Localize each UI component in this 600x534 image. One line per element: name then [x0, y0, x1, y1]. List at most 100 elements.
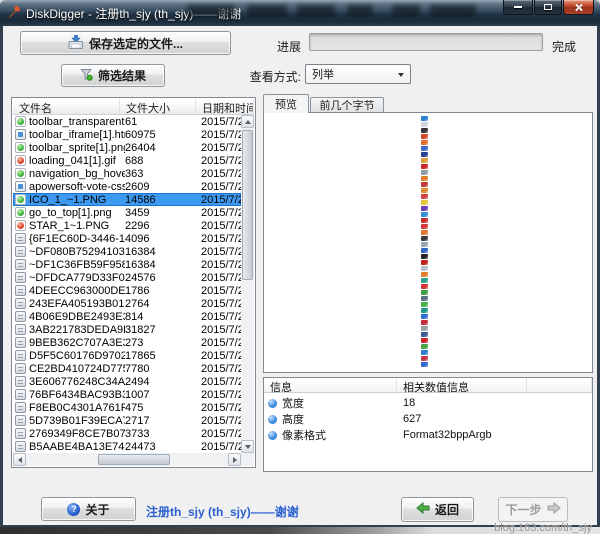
- table-row[interactable]: loading_041[1].gif6882015/7/27 1: [13, 154, 241, 167]
- title-bar[interactable]: DiskDigger - 注册th_sjy (th_sjy)——谢谢: [0, 0, 600, 26]
- close-icon: [574, 3, 583, 12]
- file-name: ICO_1_~1.PNG: [29, 194, 125, 206]
- vertical-scroll-thumb[interactable]: [242, 130, 253, 280]
- file-date: 2015/7/27 1: [201, 155, 241, 167]
- table-row[interactable]: ~DF1C36FB59F958C3...163842015/7/27 1: [13, 258, 241, 271]
- file-size: 60975: [125, 129, 201, 141]
- file-size: 2296: [125, 220, 201, 232]
- file-size: 14586: [125, 194, 201, 206]
- preview-strip-icon: [421, 338, 428, 343]
- preview-strip-icon: [421, 356, 428, 361]
- window-controls: [503, 0, 594, 15]
- tab-first-bytes[interactable]: 前几个字节: [310, 97, 384, 112]
- redacted-blur: [297, 5, 335, 17]
- tab-preview[interactable]: 预览: [263, 94, 309, 113]
- table-row[interactable]: apowersoft-vote-css[...26092015/7/27 1: [13, 180, 241, 193]
- table-row[interactable]: ~DFDCA779D33F0410...245762015/7/27 1: [13, 271, 241, 284]
- preview-strip-icon: [421, 272, 428, 277]
- table-row[interactable]: CE2BD410724D775EB...77802015/7/27 1: [13, 362, 241, 375]
- redacted-blur: [392, 5, 420, 17]
- filter-results-button[interactable]: 筛选结果: [61, 64, 165, 87]
- minimize-button[interactable]: [503, 0, 533, 15]
- table-row[interactable]: 243EFA405193B01F10...27642015/7/27 1: [13, 297, 241, 310]
- file-date: 2015/7/27 1: [201, 259, 241, 271]
- file-size: 4096: [125, 233, 201, 245]
- scroll-right-button[interactable]: [228, 453, 241, 466]
- table-row[interactable]: 2769349F8CE7B07CB...37332015/7/27 1: [13, 427, 241, 440]
- gen-file-icon: [15, 376, 26, 387]
- vertical-scrollbar[interactable]: [241, 115, 254, 453]
- scroll-up-button[interactable]: [241, 115, 254, 128]
- table-row[interactable]: 76BF6434BAC93B3CF...10072015/7/27 1: [13, 388, 241, 401]
- preview-strip-icon: [421, 284, 428, 289]
- table-row[interactable]: 5D739B01F39ECA76A...27172015/7/27 1: [13, 414, 241, 427]
- maximize-button[interactable]: [534, 0, 562, 15]
- preview-strip-icon: [421, 224, 428, 229]
- table-row[interactable]: F8EB0C4301A761F32...4752015/7/27 1: [13, 401, 241, 414]
- help-icon: ?: [67, 503, 80, 516]
- file-size: 475: [125, 402, 201, 414]
- file-name: 3E606776248C34AE1...: [29, 376, 125, 388]
- info-label: 像素格式: [282, 427, 326, 443]
- table-row[interactable]: D5F5C60176D9702E3...178652015/7/27 1: [13, 349, 241, 362]
- watermark: blog.163.com/th_sjy: [494, 522, 592, 534]
- table-row[interactable]: navigation_bg_hover[...3632015/7/27 1: [13, 167, 241, 180]
- gen-file-icon: [15, 441, 26, 452]
- redacted-blur: [430, 5, 476, 17]
- column-header-datetime[interactable]: 日期和时间: [196, 99, 254, 114]
- doc-file-icon: [15, 129, 26, 140]
- table-row[interactable]: STAR_1~1.PNG22962015/7/27 1: [13, 219, 241, 232]
- info-label: 宽度: [282, 395, 304, 411]
- table-row[interactable]: 9BEB362C707A3E30D...2732015/7/27 1: [13, 336, 241, 349]
- preview-strip-icon: [421, 350, 428, 355]
- info-value: 18: [397, 397, 415, 409]
- close-button[interactable]: [563, 0, 594, 15]
- gen-file-icon: [15, 311, 26, 322]
- table-row[interactable]: toolbar_iframe[1].htm609752015/7/27 1: [13, 128, 241, 141]
- file-name: B5AABE4BA13E748E0...: [29, 441, 125, 453]
- table-row[interactable]: 4B06E9DBE2493E326...8142015/7/27 1: [13, 310, 241, 323]
- column-header-filename[interactable]: 文件名: [13, 99, 120, 114]
- file-size: 31827: [125, 324, 201, 336]
- table-row[interactable]: B5AABE4BA13E748E0...244732015/7/27 1: [13, 440, 241, 453]
- view-mode-dropdown[interactable]: 列举: [305, 64, 411, 84]
- file-list-header: 文件名 文件大小 日期和时间: [13, 99, 254, 115]
- file-list: 文件名 文件大小 日期和时间 toolbar_transparent[1...6…: [11, 97, 256, 468]
- view-mode-label: 查看方式:: [231, 68, 301, 85]
- table-row[interactable]: toolbar_transparent[1...612015/7/27 1: [13, 115, 241, 128]
- back-button[interactable]: 返回: [401, 497, 474, 522]
- file-name: ~DFDCA779D33F0410...: [29, 272, 125, 284]
- save-selected-files-button[interactable]: 保存选定的文件...: [20, 31, 231, 55]
- scroll-left-button[interactable]: [13, 453, 26, 466]
- arrow-right-icon: [233, 457, 237, 463]
- next-button[interactable]: 下一步: [498, 497, 568, 522]
- scroll-down-button[interactable]: [241, 440, 254, 453]
- table-row[interactable]: ~DF080B7529410364...163842015/7/27 1: [13, 245, 241, 258]
- table-row[interactable]: go_to_top[1].png34592015/7/27 1: [13, 206, 241, 219]
- column-header-filesize[interactable]: 文件大小: [120, 99, 196, 114]
- view-mode-value: 列举: [312, 66, 334, 82]
- horizontal-scrollbar[interactable]: [13, 453, 241, 466]
- table-row[interactable]: {6F1EC60D-3446-11E...40962015/7/27 1: [13, 232, 241, 245]
- horizontal-scroll-thumb[interactable]: [98, 454, 170, 465]
- file-date: 2015/7/27 1: [201, 142, 241, 154]
- maximize-icon: [544, 4, 552, 10]
- file-date: 2015/7/27 1: [201, 207, 241, 219]
- table-row[interactable]: toolbar_sprite[1].png264042015/7/27 1: [13, 141, 241, 154]
- file-date: 2015/7/27 1: [201, 324, 241, 336]
- diskdigger-app-icon: [7, 5, 21, 19]
- table-row[interactable]: 4DEECC963000DE6CE...17862015/7/27 1: [13, 284, 241, 297]
- diskdigger-window: DiskDigger - 注册th_sjy (th_sjy)——谢谢 保存选定的…: [0, 0, 600, 528]
- table-row[interactable]: 3E606776248C34AE1...24942015/7/27 1: [13, 375, 241, 388]
- bullet-icon: [268, 399, 277, 408]
- table-row[interactable]: 3AB221783DEDA9F89...318272015/7/27 1: [13, 323, 241, 336]
- file-name: 2769349F8CE7B07CB...: [29, 428, 125, 440]
- preview-image-strip: [421, 116, 428, 368]
- table-row[interactable]: ICO_1_~1.PNG145862015/7/27 1: [13, 193, 241, 206]
- preview-strip-icon: [421, 152, 428, 157]
- file-name: 243EFA405193B01F10...: [29, 298, 125, 310]
- about-button[interactable]: ? 关于: [41, 497, 136, 521]
- preview-strip-icon: [421, 218, 428, 223]
- doc-file-icon: [15, 181, 26, 192]
- preview-strip-icon: [421, 164, 428, 169]
